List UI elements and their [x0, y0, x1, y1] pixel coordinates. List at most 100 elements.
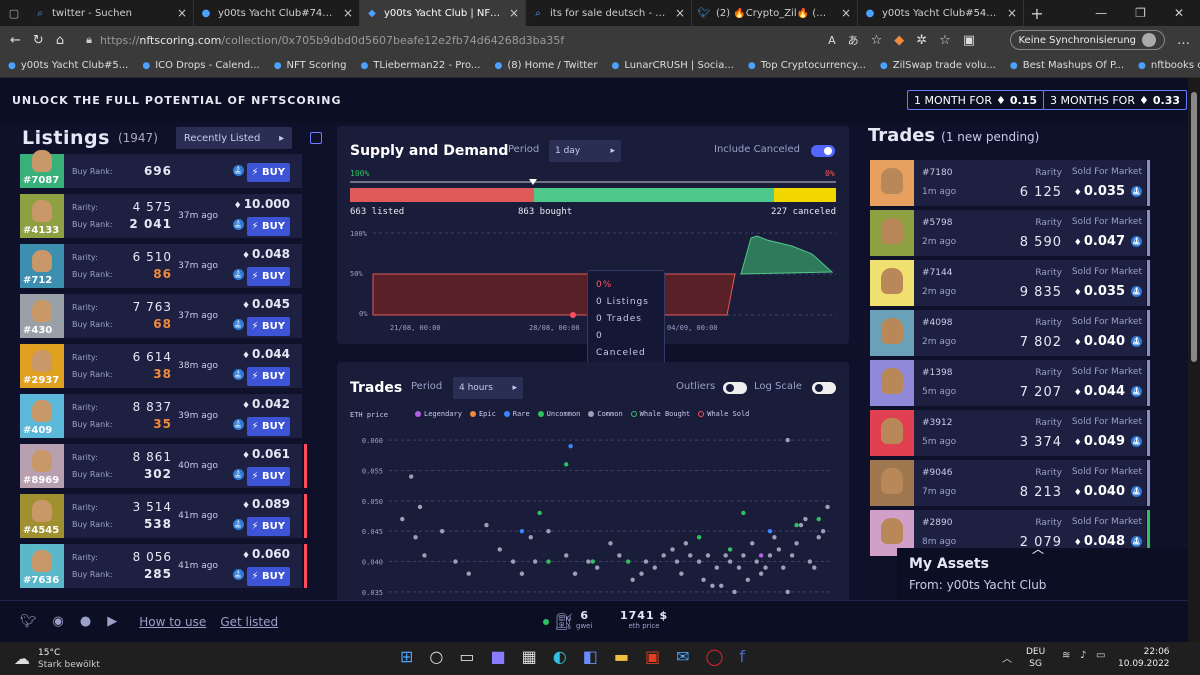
task-view-icon[interactable]: ▭ [459, 647, 474, 666]
trade-point-common[interactable] [767, 553, 773, 558]
refresh-icon[interactable]: ↻ [33, 33, 44, 48]
sync-button[interactable]: Keine Synchronisierung [1009, 30, 1165, 50]
nft-avatar[interactable] [870, 460, 914, 506]
translate-icon[interactable]: あ [848, 32, 859, 48]
trade-point-common[interactable] [741, 553, 746, 558]
close-window-icon[interactable]: ✕ [1174, 6, 1184, 20]
listing-row[interactable]: #7087 Buy Rank: 696 ⛵︎ ⚡︎ BUY [20, 150, 302, 188]
listings-checkbox[interactable] [310, 132, 322, 144]
trade-point-uncommon[interactable] [816, 516, 821, 522]
keyboard-lang[interactable]: DEU [1026, 646, 1045, 658]
trade-point-common[interactable] [484, 522, 489, 528]
trade-row[interactable]: #7180 1m ago Rarity 6 125 Sold For Market ♦ 0.… [870, 160, 1150, 206]
nft-avatar[interactable] [870, 310, 914, 356]
trade-row[interactable]: #7144 2m ago Rarity 9 835 Sold For Market ♦ 0.… [870, 260, 1150, 306]
trade-point-rare[interactable] [767, 528, 773, 534]
trade-point-common[interactable] [816, 535, 821, 540]
opensea-icon[interactable]: ⛵︎ [232, 519, 244, 530]
play-store-icon[interactable]: ▶ [107, 614, 117, 629]
trade-point-uncommon[interactable] [741, 510, 746, 516]
nft-avatar[interactable]: #2937 [20, 344, 64, 388]
office-icon[interactable]: ▣ [645, 647, 660, 666]
how-to-use-link[interactable]: How to use [139, 615, 206, 629]
minimize-icon[interactable]: — [1095, 6, 1107, 20]
opensea-icon[interactable]: ⛵︎ [232, 469, 244, 480]
close-tab-icon[interactable]: × [177, 6, 187, 20]
trade-point-common[interactable] [510, 559, 516, 564]
nft-avatar[interactable]: #430 [20, 294, 64, 338]
opensea-icon[interactable]: ⛵︎ [1131, 386, 1142, 397]
trade-point-common[interactable] [758, 571, 764, 576]
trade-point-common[interactable] [413, 535, 418, 540]
trade-point-common[interactable] [732, 589, 737, 595]
trade-point-common[interactable] [466, 571, 471, 576]
trade-point-common[interactable] [608, 541, 613, 546]
plan-1-month-button[interactable]: 1 MONTH FOR ♦ 0.15 [907, 90, 1045, 110]
read-aloud-icon[interactable]: A [828, 34, 836, 47]
trade-point-common[interactable] [745, 577, 751, 582]
trade-point-common[interactable] [701, 577, 706, 582]
tab-3[interactable]: ⌕ its for sale deutsch - Suche × [526, 0, 692, 26]
opensea-icon[interactable]: ⛵︎ [232, 269, 244, 280]
trade-point-common[interactable] [785, 437, 790, 443]
buy-button[interactable]: ⚡︎ BUY [246, 467, 290, 486]
trade-row[interactable]: #1398 5m ago Rarity 7 207 Sold For Market ♦ 0.… [870, 360, 1150, 406]
nft-avatar[interactable]: #7636 [20, 544, 64, 588]
tab-5[interactable]: ● y00ts Yacht Club#543 - y00 × [858, 0, 1024, 26]
listing-row[interactable]: #409 Rarity: Buy Rank: 8 837 35 39m ago ♦ 0.042… [20, 394, 302, 438]
trade-point-uncommon[interactable] [590, 559, 595, 564]
buy-button[interactable]: ⚡︎ BUY [246, 317, 290, 336]
clock-date[interactable]: 10.09.2022 [1118, 658, 1170, 670]
apple-icon[interactable]: ● [80, 614, 91, 629]
home-icon[interactable]: ⌂ [56, 33, 64, 48]
trade-point-common[interactable] [789, 553, 795, 558]
nft-avatar[interactable]: #8969 [20, 444, 64, 488]
trade-point-common[interactable] [519, 571, 525, 576]
get-listed-link[interactable]: Get listed [220, 615, 278, 629]
volume-icon[interactable]: ♪ [1080, 650, 1086, 661]
trade-point-common[interactable] [532, 559, 538, 564]
listing-row[interactable]: #430 Rarity: Buy Rank: 7 763 68 37m ago ♦ 0.045… [20, 294, 302, 338]
my-assets-popup[interactable]: ︿ My Assets From: y00ts Yacht Club [897, 542, 1200, 600]
opensea-icon[interactable]: ⛵︎ [1131, 186, 1142, 197]
trade-point-uncommon[interactable] [537, 510, 542, 516]
opensea-icon[interactable]: ⛵︎ [1131, 436, 1142, 447]
facebook-icon[interactable]: f [739, 647, 745, 666]
search-icon[interactable]: ○ [429, 647, 443, 666]
trade-point-common[interactable] [639, 571, 644, 576]
trade-point-common[interactable] [803, 516, 808, 522]
scrollbar-thumb[interactable] [1191, 92, 1197, 362]
trade-point-common[interactable] [750, 541, 755, 546]
buy-button[interactable]: ⚡︎ BUY [246, 162, 290, 182]
listing-row[interactable]: #8969 Rarity: Buy Rank: 8 861 302 40m ago ♦ 0.0… [20, 444, 307, 488]
listing-row[interactable]: #712 Rarity: Buy Rank: 6 510 86 37m ago ♦ 0.048… [20, 244, 302, 288]
trade-point-common[interactable] [683, 541, 689, 546]
trade-point-common[interactable] [564, 553, 569, 558]
tab-2[interactable]: ◆ y00ts Yacht Club | NFT Scori × [360, 0, 526, 26]
opensea-icon[interactable]: ⛵︎ [1131, 486, 1142, 497]
trade-point-common[interactable] [528, 535, 533, 540]
new-tab-button[interactable]: + [1024, 4, 1050, 23]
trade-point-common[interactable] [798, 522, 804, 528]
nft-avatar[interactable]: #7087 [20, 150, 64, 188]
trade-row[interactable]: #9046 7m ago Rarity 8 213 Sold For Market ♦ 0.… [870, 460, 1150, 506]
trade-point-uncommon[interactable] [564, 462, 569, 467]
trade-point-common[interactable] [807, 559, 813, 564]
close-tab-icon[interactable]: × [841, 6, 851, 20]
trade-point-common[interactable] [785, 589, 790, 595]
tab-1[interactable]: ● y00ts Yacht Club#7489 - y00 × [194, 0, 360, 26]
trade-point-uncommon[interactable] [626, 559, 631, 564]
trade-row[interactable]: #3912 5m ago Rarity 3 374 Sold For Market ♦ 0.… [870, 410, 1150, 456]
opensea-icon[interactable]: ⛵︎ [1131, 536, 1142, 547]
bookmark-item[interactable]: ● ZilSwap trade volu... [880, 60, 996, 71]
bookmark-item[interactable]: ● TLieberman22 - Pro... [360, 60, 480, 71]
trade-point-common[interactable] [679, 571, 684, 576]
trade-point-common[interactable] [688, 553, 693, 558]
trade-point-common[interactable] [661, 553, 666, 558]
favorites-icon[interactable]: ☆ [939, 33, 951, 48]
trade-point-common[interactable] [652, 565, 657, 570]
buy-button[interactable]: ⚡︎ BUY [246, 417, 290, 436]
trade-point-common[interactable] [417, 504, 423, 510]
file-explorer-icon[interactable]: ▬ [614, 647, 629, 666]
opensea-icon[interactable]: ⛵︎ [1131, 236, 1142, 247]
